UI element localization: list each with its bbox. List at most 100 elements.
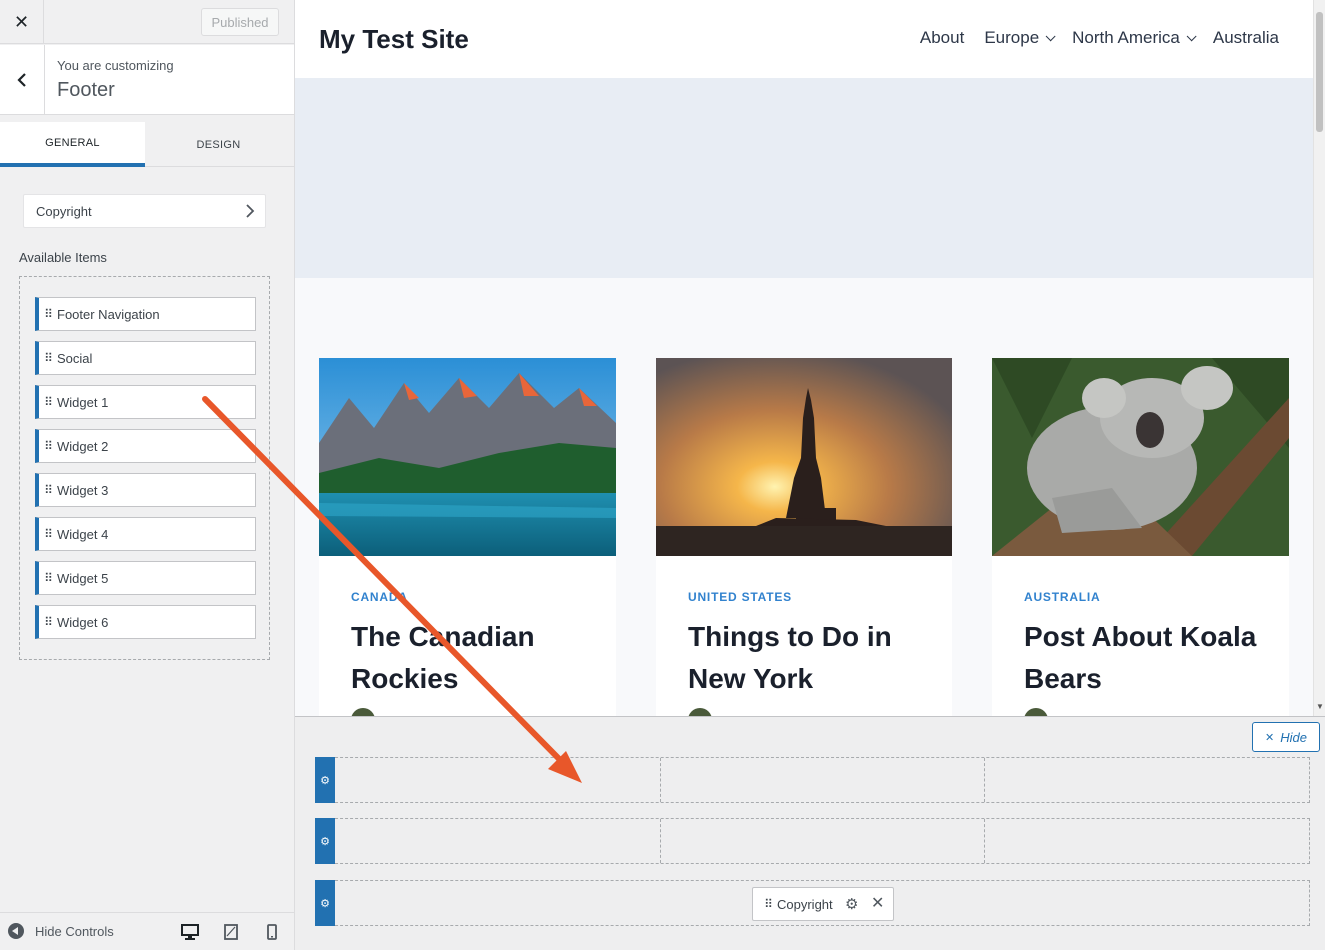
copyright-item-label: Copyright: [777, 896, 833, 912]
post-category[interactable]: AUSTRALIA: [1024, 590, 1101, 604]
post-title[interactable]: Post About Koala Bears: [1024, 616, 1274, 700]
drag-handle-icon[interactable]: ⠿: [39, 483, 57, 497]
available-item-footer-navigation[interactable]: ⠿ Footer Navigation: [35, 297, 256, 331]
row-settings-gear-icon[interactable]: ⚙: [315, 757, 335, 803]
tab-design[interactable]: DESIGN: [146, 122, 291, 167]
collapse-arrow-icon: [8, 923, 24, 939]
available-item-widget-4[interactable]: ⠿ Widget 4: [35, 517, 256, 551]
drag-handle-icon[interactable]: ⠿: [39, 571, 57, 585]
row-settings-gear-icon[interactable]: ⚙: [315, 880, 335, 926]
site-title[interactable]: My Test Site: [319, 24, 469, 55]
chevron-left-icon: [17, 72, 26, 87]
site-header: My Test Site About Europe North America …: [295, 0, 1313, 78]
nav-item-label: Europe: [984, 28, 1040, 47]
nav-item-europe[interactable]: Europe: [984, 28, 1056, 48]
tablet-icon[interactable]: [221, 922, 241, 942]
drag-handle-icon[interactable]: ⠿: [39, 615, 57, 629]
post-card[interactable]: CANADA The Canadian Rockies: [319, 358, 616, 716]
tab-general[interactable]: GENERAL: [0, 122, 145, 167]
panel-tabs: GENERAL DESIGN: [0, 122, 294, 167]
available-item-widget-1[interactable]: ⠿ Widget 1: [35, 385, 256, 419]
author-avatar[interactable]: [351, 708, 375, 716]
close-customizer-button[interactable]: ✕: [0, 0, 44, 44]
post-title[interactable]: The Canadian Rockies: [351, 616, 601, 700]
drag-handle-icon[interactable]: ⠿: [39, 351, 57, 365]
panel-footer: Hide Controls: [0, 912, 294, 950]
nav-item-label: Australia: [1212, 28, 1279, 47]
available-item-widget-2[interactable]: ⠿ Widget 2: [35, 429, 256, 463]
chevron-right-icon: [246, 204, 255, 218]
column-divider: [984, 819, 985, 863]
builder-row-bottom[interactable]: ⚙ ⠿ Copyright ⚙ ✕: [315, 880, 1310, 926]
nav-item-about[interactable]: About: [920, 28, 964, 48]
preview-scrollbar[interactable]: ▼: [1313, 0, 1325, 716]
koala-image[interactable]: [992, 358, 1289, 556]
back-button[interactable]: [0, 45, 45, 114]
available-item-social[interactable]: ⠿ Social: [35, 341, 256, 375]
column-divider: [660, 819, 661, 863]
chevron-down-icon: [1045, 30, 1056, 41]
section-title-bar: You are customizing Footer: [0, 45, 294, 115]
nav-item-label: North America: [1072, 28, 1180, 47]
hide-builder-button[interactable]: ✕ Hide: [1252, 722, 1320, 752]
available-item-label: Footer Navigation: [57, 306, 160, 322]
nav-item-north-america[interactable]: North America: [1072, 28, 1197, 48]
hide-label: Hide: [1280, 729, 1307, 745]
post-category[interactable]: CANADA: [351, 590, 408, 604]
nav-item-label: About: [919, 28, 965, 47]
customizer-header: ✕ Published: [0, 0, 294, 44]
mountain-lake-image[interactable]: [319, 358, 616, 556]
available-item-label: Social: [57, 350, 93, 366]
nav-item-australia[interactable]: Australia: [1213, 28, 1279, 48]
drag-handle-icon[interactable]: ⠿: [39, 527, 57, 541]
available-item-label: Widget 5: [57, 570, 109, 586]
statue-of-liberty-sunset-image[interactable]: [656, 358, 952, 556]
scrollbar-thumb[interactable]: [1316, 12, 1323, 132]
column-divider: [984, 758, 985, 802]
drag-handle-icon[interactable]: ⠿: [39, 439, 57, 453]
hide-controls-label: Hide Controls: [35, 923, 114, 939]
available-item-widget-6[interactable]: ⠿ Widget 6: [35, 605, 256, 639]
author-avatar[interactable]: [1024, 708, 1048, 716]
drag-handle-icon[interactable]: ⠿: [759, 897, 777, 911]
site-preview: My Test Site About Europe North America …: [295, 0, 1325, 716]
available-item-widget-5[interactable]: ⠿ Widget 5: [35, 561, 256, 595]
available-item-widget-3[interactable]: ⠿ Widget 3: [35, 473, 256, 507]
mobile-icon[interactable]: [262, 922, 282, 942]
available-item-label: Widget 6: [57, 614, 109, 630]
drag-handle-icon[interactable]: ⠿: [39, 395, 57, 409]
post-card[interactable]: UNITED STATES Things to Do in New York: [656, 358, 952, 716]
available-item-label: Widget 1: [57, 394, 109, 410]
column-divider: [660, 758, 661, 802]
builder-row-middle[interactable]: ⚙: [315, 818, 1310, 864]
hide-controls-button[interactable]: Hide Controls: [8, 923, 114, 939]
section-name: Footer: [57, 79, 115, 101]
available-item-label: Widget 4: [57, 526, 109, 542]
chevron-down-icon: [1186, 30, 1197, 41]
row-settings-gear-icon[interactable]: ⚙: [315, 818, 335, 864]
author-avatar[interactable]: [688, 708, 712, 716]
drag-handle-icon[interactable]: ⠿: [39, 307, 57, 321]
post-title[interactable]: Things to Do in New York: [688, 616, 938, 700]
post-category[interactable]: UNITED STATES: [688, 590, 792, 604]
site-navigation: About Europe North America Australia: [920, 28, 1279, 48]
hero-banner: [295, 78, 1313, 278]
gear-icon[interactable]: ⚙: [845, 895, 858, 913]
available-items-list: ⠿ Footer Navigation ⠿ Social ⠿ Widget 1 ⠿ Wi…: [19, 276, 270, 660]
builder-row-top[interactable]: ⚙: [315, 757, 1310, 803]
scroll-down-icon[interactable]: ▼: [1316, 702, 1324, 711]
post-card[interactable]: AUSTRALIA Post About Koala Bears: [992, 358, 1289, 716]
available-items-label: Available Items: [19, 250, 107, 265]
copyright-settings-row[interactable]: Copyright: [23, 194, 266, 228]
desktop-icon[interactable]: [180, 922, 200, 942]
available-item-label: Widget 3: [57, 482, 109, 498]
close-icon: ✕: [1265, 731, 1275, 744]
available-item-label: Widget 2: [57, 438, 109, 454]
customizer-panel: ✕ Published You are customizing Footer G…: [0, 0, 295, 950]
close-icon[interactable]: ✕: [871, 893, 884, 913]
copyright-item-chip[interactable]: ⠿ Copyright ⚙ ✕: [752, 887, 894, 921]
footer-builder: ✕ Hide ⚙ ⚙ ⚙ ⠿ Copyright ⚙ ✕: [295, 716, 1325, 950]
copyright-row-label: Copyright: [36, 203, 92, 219]
customizing-label: You are customizing: [57, 58, 174, 73]
published-button[interactable]: Published: [201, 8, 279, 36]
